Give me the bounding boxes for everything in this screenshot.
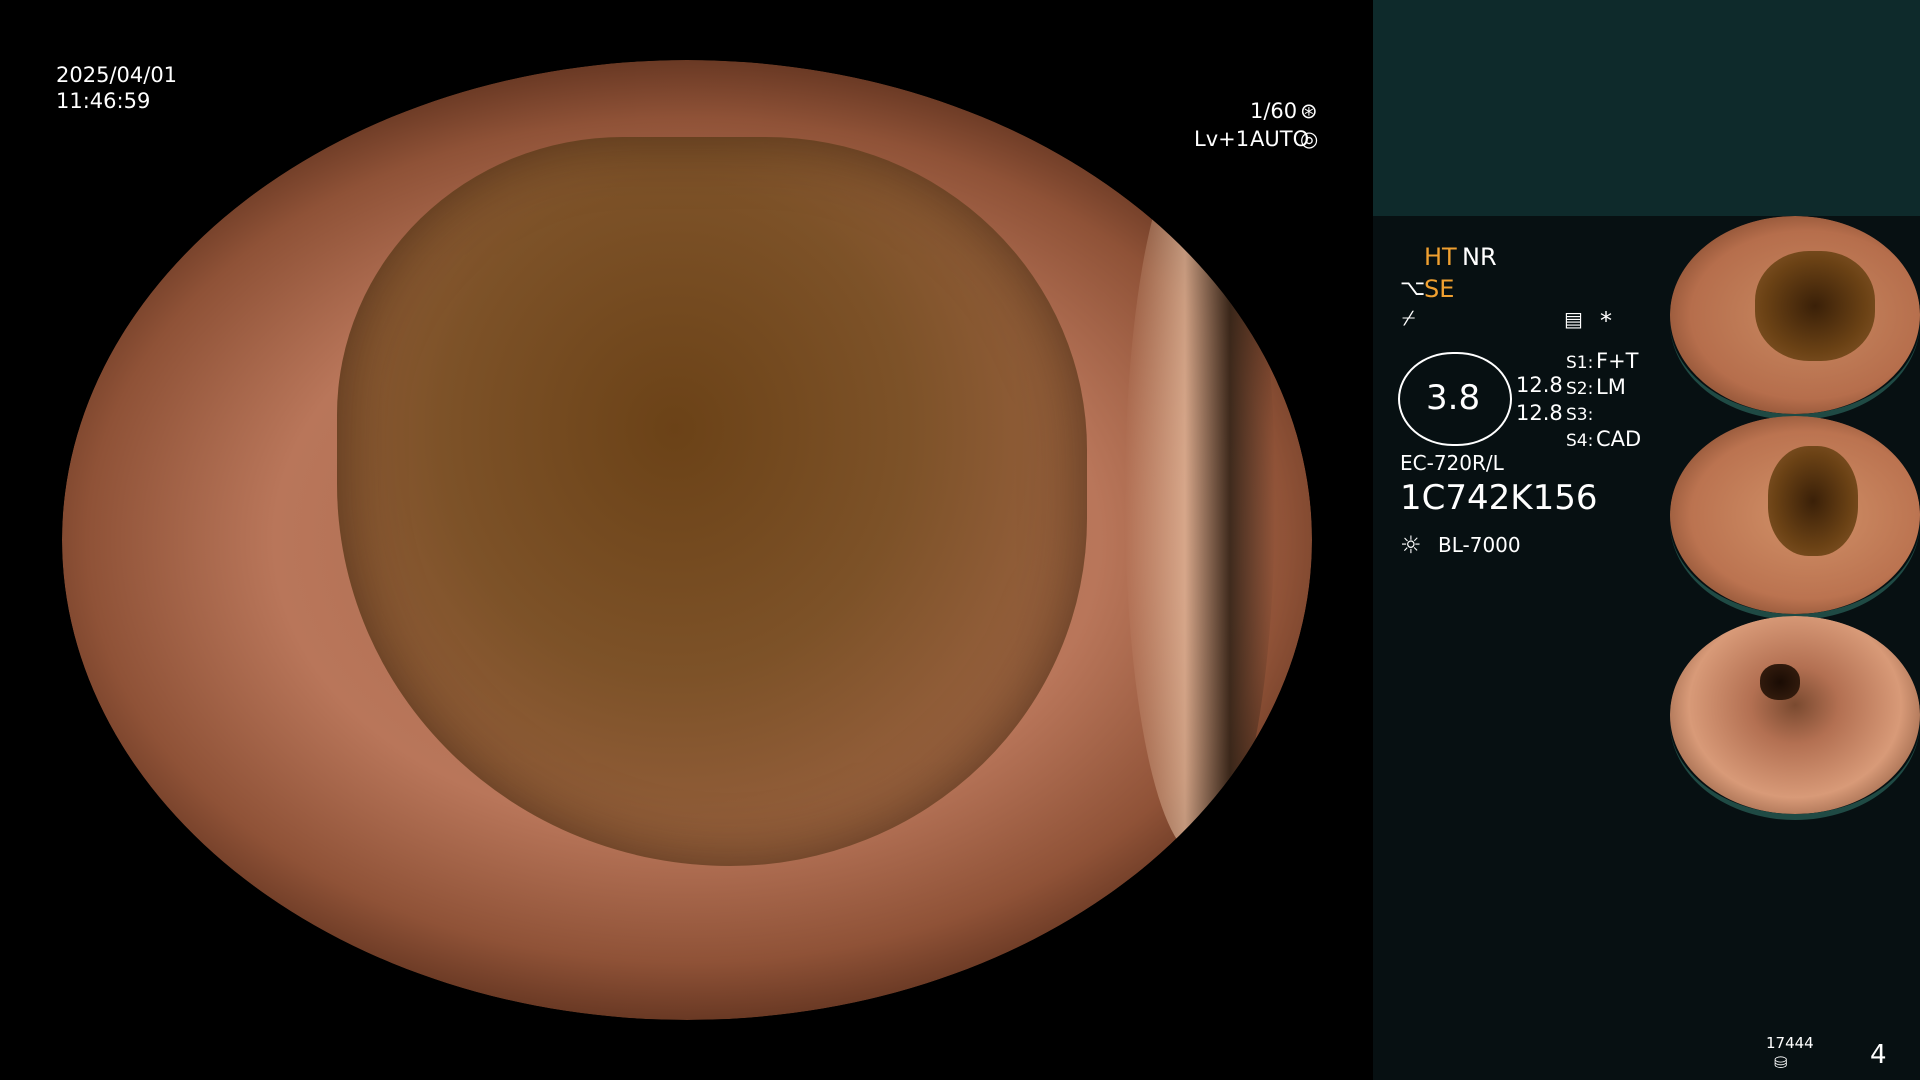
endoscope-main-view [62,60,1312,1020]
s1-value: F+T [1596,349,1639,373]
ht-label: HT [1424,243,1457,271]
gauge-bottom-value: 12.8 [1516,401,1563,425]
thumbnail-1[interactable] [1670,216,1920,420]
se-label: SE [1424,275,1455,303]
gauge-value: 3.8 [1426,378,1481,418]
image-count: 4 [1870,1040,1887,1070]
scope-serial: 1C742K156 [1400,478,1598,518]
s4-value: CAD [1596,427,1642,451]
scope-rim-highlight [1124,136,1275,857]
date-label: 2025/04/01 [56,63,178,87]
thumbnail-image [1670,616,1920,814]
menu-icon: ▤ [1564,307,1583,331]
asterisk-label: * [1600,307,1612,335]
scope-model: EC-720R/L [1400,451,1504,475]
thumbnail-3[interactable] [1670,616,1920,820]
s2-label: S2: [1566,379,1594,399]
top-mask [0,0,1370,60]
thumbnail-lumen [1768,446,1858,556]
thumbnail-lumen [1755,251,1875,361]
bottom-mask [0,1020,1370,1080]
shutter-label: 1/60 [1250,99,1298,123]
structure-icon: ⌥ [1400,276,1426,301]
thumbnail-lumen [1760,664,1800,700]
iris-icon: ◎ [1300,127,1319,151]
storage-icon: ⛁ [1774,1053,1788,1072]
s1-label: S1: [1566,353,1594,373]
panel-header-area [1373,0,1920,216]
s3-label: S3: [1566,405,1594,425]
s4-label: S4: [1566,431,1594,451]
level-label: Lv+1 [1194,127,1250,151]
thumbnail-2[interactable] [1670,416,1920,620]
light-source-icon: ☼ [1400,531,1422,559]
shutter-icon: ⊛ [1300,99,1318,123]
freeze-icon: ⌿ [1402,306,1416,331]
nr-label: NR [1462,243,1497,271]
gauge-top-value: 12.8 [1516,373,1563,397]
s2-value: LM [1596,375,1626,399]
light-source-label: BL-7000 [1438,533,1521,557]
time-label: 11:46:59 [56,89,151,113]
